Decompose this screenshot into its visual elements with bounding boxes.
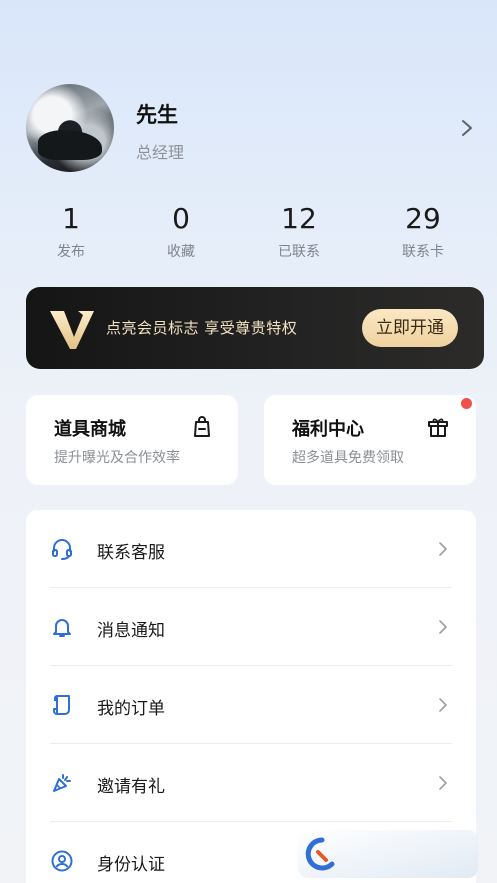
stat-value: 29 (405, 202, 441, 235)
vip-banner[interactable]: 点亮会员标志 享受尊贵特权 立即开通 (26, 287, 484, 369)
menu-item-label: 联系客服 (97, 543, 165, 563)
menu-item-customer-service[interactable]: 联系客服 (26, 510, 476, 588)
stat-contacted[interactable]: 12 已联系 (249, 200, 349, 261)
stat-published[interactable]: 1 发布 (21, 200, 121, 261)
stat-label: 发布 (57, 244, 85, 260)
card-title: 道具商城 (54, 419, 126, 440)
user-title: 总经理 (136, 143, 185, 162)
stat-value: 0 (172, 202, 190, 235)
card-item-shop[interactable]: 道具商城 提升曝光及合作效率 (26, 395, 238, 485)
card-item-welfare[interactable]: 福利中心 超多道具免费领取 (264, 395, 476, 485)
user-circle-icon (51, 850, 73, 872)
menu-item-label: 我的订单 (97, 699, 165, 719)
menu-item-label: 邀请有礼 (97, 777, 165, 797)
menu-item-label: 消息通知 (97, 621, 165, 641)
profile-header[interactable]: 先生 总经理 (0, 0, 497, 190)
menu-item-notifications[interactable]: 消息通知 (26, 588, 476, 666)
activate-vip-button[interactable]: 立即开通 (362, 309, 458, 347)
stat-label: 收藏 (167, 244, 195, 260)
stat-value: 12 (281, 202, 317, 235)
menu-list: 联系客服 消息通知 我的订单 邀请有礼 身份认证 (26, 510, 476, 883)
card-subtitle: 超多道具免费领取 (292, 450, 404, 466)
menu-item-orders[interactable]: 我的订单 (26, 666, 476, 744)
card-title: 福利中心 (292, 419, 364, 440)
watermark-logo (298, 830, 478, 878)
vip-v-logo-icon (50, 311, 94, 349)
stat-contact-cards[interactable]: 29 联系卡 (373, 200, 473, 261)
chevron-right-icon (439, 698, 447, 712)
chevron-right-icon (439, 542, 447, 556)
notification-dot (461, 398, 472, 409)
stats-row: 1 发布 0 收藏 12 已联系 29 联系卡 (0, 200, 497, 270)
avatar-rock-shape (38, 130, 102, 160)
stat-favorites[interactable]: 0 收藏 (131, 200, 231, 261)
shopping-bag-icon (194, 416, 210, 437)
stat-label: 已联系 (278, 244, 320, 260)
headset-icon (52, 539, 72, 560)
stat-label: 联系卡 (402, 244, 444, 260)
stat-value: 1 (62, 202, 80, 235)
vip-promo-text: 点亮会员标志 享受尊贵特权 (106, 319, 298, 337)
party-popper-icon (53, 774, 71, 792)
avatar[interactable] (26, 84, 114, 172)
chevron-right-icon (439, 776, 447, 790)
gift-box-icon (428, 418, 448, 437)
chevron-right-icon (439, 620, 447, 634)
menu-item-invite[interactable]: 邀请有礼 (26, 744, 476, 822)
user-name: 先生 (136, 103, 178, 127)
menu-item-label: 身份认证 (97, 855, 165, 875)
scroll-icon (53, 695, 70, 715)
chevron-right-icon[interactable] (460, 118, 474, 138)
watermark-graphic (298, 830, 478, 878)
bell-icon (53, 619, 71, 637)
card-subtitle: 提升曝光及合作效率 (54, 450, 180, 466)
